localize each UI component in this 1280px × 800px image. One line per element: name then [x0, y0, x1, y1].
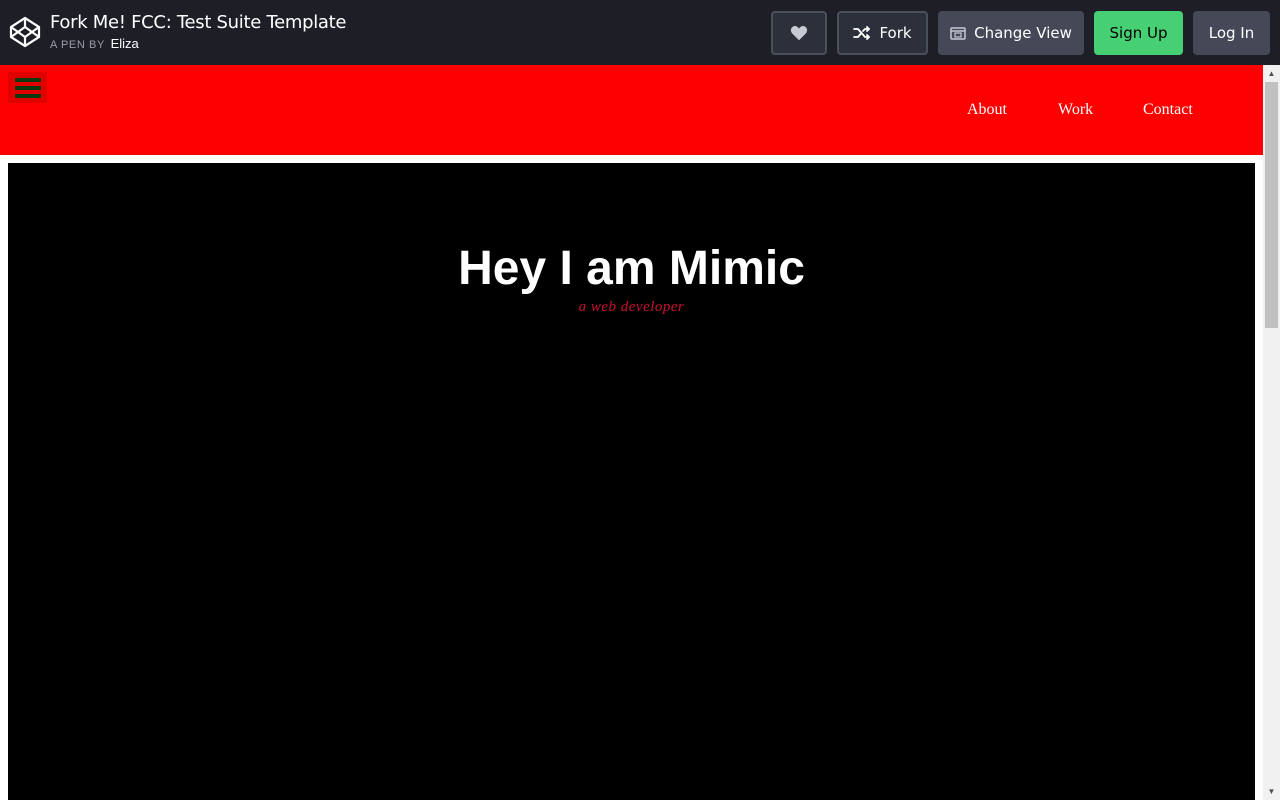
- scroll-down-arrow-icon[interactable]: ▼: [1263, 783, 1280, 800]
- pen-title[interactable]: Fork Me! FCC: Test Suite Template: [50, 11, 346, 34]
- fork-icon: [853, 26, 871, 40]
- pen-by-label: A PEN BY: [50, 39, 105, 51]
- author-link[interactable]: Eliza: [111, 36, 139, 51]
- vertical-scrollbar[interactable]: ▲ ▼: [1263, 65, 1280, 800]
- fork-label: Fork: [879, 24, 912, 42]
- nav-link-about[interactable]: About: [967, 101, 1007, 119]
- hero-subtitle: a web developer: [578, 299, 685, 315]
- scroll-up-arrow-icon[interactable]: ▲: [1263, 65, 1280, 82]
- pen-info: Fork Me! FCC: Test Suite Template A PEN …: [50, 11, 346, 53]
- hamburger-bar: [14, 93, 41, 98]
- change-view-button[interactable]: Change View: [938, 11, 1084, 55]
- pen-byline: A PEN BY Eliza: [50, 36, 346, 53]
- codepen-header: Fork Me! FCC: Test Suite Template A PEN …: [0, 0, 1280, 65]
- log-in-label: Log In: [1208, 24, 1255, 42]
- hamburger-menu-icon[interactable]: [8, 72, 47, 103]
- heart-icon: [790, 26, 808, 41]
- log-in-button[interactable]: Log In: [1193, 11, 1270, 55]
- hamburger-bar: [14, 85, 41, 90]
- hamburger-bar: [14, 77, 41, 82]
- codepen-logo-icon[interactable]: [9, 16, 41, 48]
- scrollbar-thumb[interactable]: [1265, 82, 1278, 328]
- nav-link-work[interactable]: Work: [1058, 101, 1093, 119]
- nav-links: About Work Contact: [0, 101, 1263, 121]
- sign-up-button[interactable]: Sign Up: [1094, 11, 1183, 55]
- site-navbar: About Work Contact: [0, 65, 1263, 155]
- heart-button[interactable]: [771, 11, 827, 55]
- preview-frame: About Work Contact Hey I am Mimic a web …: [0, 65, 1263, 800]
- sign-up-label: Sign Up: [1109, 24, 1168, 42]
- fork-button[interactable]: Fork: [837, 11, 928, 55]
- hero-title: Hey I am Mimic: [458, 242, 805, 295]
- change-view-label: Change View: [974, 24, 1072, 42]
- window-icon: [950, 26, 966, 40]
- hero-section: Hey I am Mimic a web developer: [8, 163, 1255, 800]
- nav-link-contact[interactable]: Contact: [1143, 101, 1193, 119]
